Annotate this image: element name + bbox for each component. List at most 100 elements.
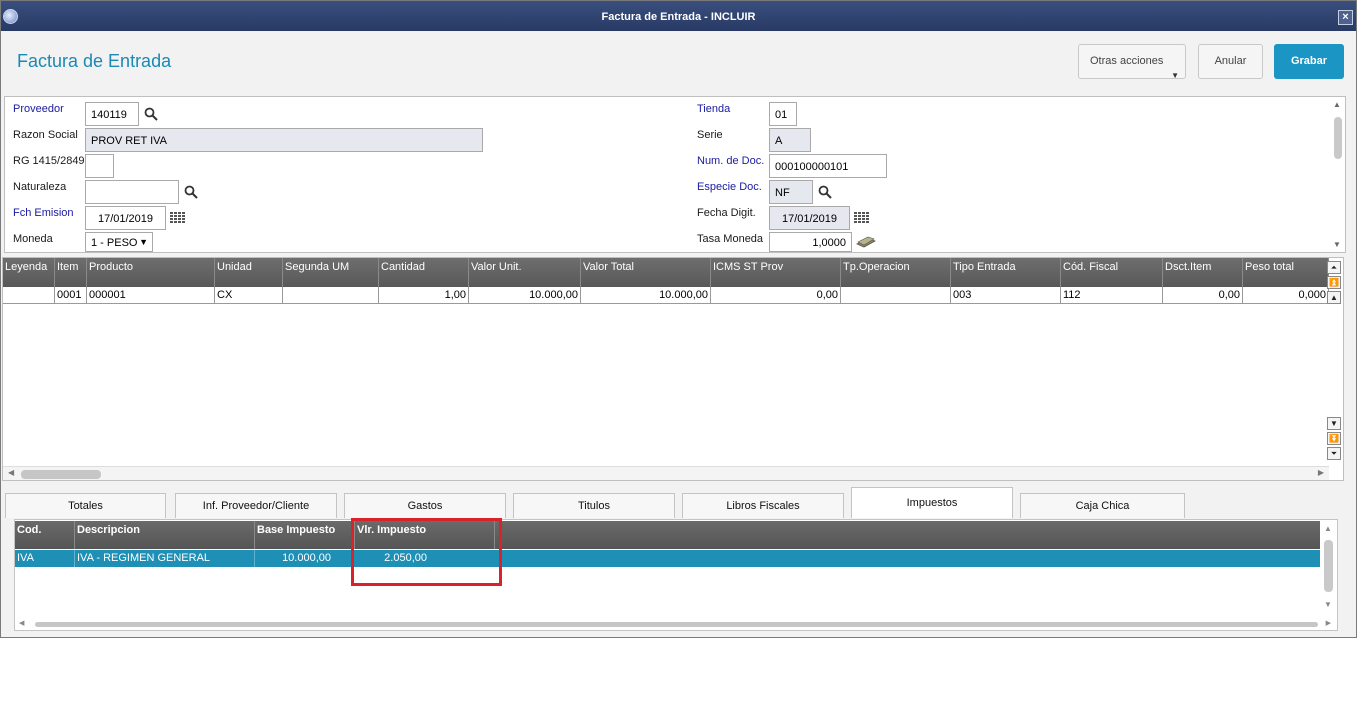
table-cell[interactable]: CX (215, 287, 283, 304)
column-header[interactable]: Cantidad (379, 258, 469, 287)
table-cell[interactable]: 10.000,00 (469, 287, 581, 304)
tax-grid-scrollbar[interactable]: ▲ ▼ (1322, 524, 1334, 614)
rg-label: RG 1415/2849 (13, 155, 85, 167)
column-header[interactable]: ICMS ST Prov (711, 258, 841, 287)
naturaleza-search-icon[interactable] (184, 185, 198, 199)
scroll-up-icon[interactable]: ▲ (1324, 524, 1332, 533)
header-form: Proveedor 140119 Razon Social PROV RET I… (4, 96, 1346, 253)
tax-grid-header: Cod. Descripcion Base Impuesto Vlr. Impu… (15, 521, 1320, 549)
grid-scrollbar[interactable]: ⏶ ⏫ ▲ ▼ ⏬ ⏷ (1327, 259, 1342, 465)
proveedor-search-icon[interactable] (144, 107, 158, 121)
column-header[interactable]: Tipo Entrada (951, 258, 1061, 287)
scroll-right-icon[interactable]: ▶ (1318, 468, 1324, 477)
tab-caja-chica[interactable]: Caja Chica (1020, 493, 1185, 518)
banknote-icon[interactable] (856, 236, 876, 248)
proveedor-field[interactable]: 140119 (85, 102, 139, 126)
razon-social-field[interactable]: PROV RET IVA (85, 128, 483, 152)
scroll-down-icon[interactable]: ▼ (1324, 600, 1332, 609)
column-header[interactable]: Dsct.Item (1163, 258, 1243, 287)
table-cell[interactable]: 003 (951, 287, 1061, 304)
table-cell[interactable]: 1,00 (379, 287, 469, 304)
form-scrollbar[interactable]: ▲ ▼ (1332, 99, 1344, 249)
scroll-top-icon[interactable]: ⏶ (1327, 261, 1341, 274)
moneda-select[interactable]: 1 - PESO ▼ (85, 232, 153, 252)
table-cell[interactable]: 0,00 (711, 287, 841, 304)
scroll-up-icon[interactable]: ▲ (1327, 291, 1341, 304)
scroll-page-up-icon[interactable]: ⏫ (1327, 276, 1341, 289)
table-cell[interactable]: 0,000 (1243, 287, 1329, 304)
tab-impuestos[interactable]: Impuestos (851, 487, 1013, 518)
otras-acciones-label: Otras acciones (1090, 55, 1164, 67)
table-cell[interactable]: 000001 (87, 287, 215, 304)
especie-doc-search-icon[interactable] (818, 185, 832, 199)
table-cell[interactable] (283, 287, 379, 304)
items-grid: Leyenda Item Producto Unidad Segunda UM … (2, 257, 1344, 481)
chevron-down-icon: ▼ (1171, 71, 1179, 80)
tax-grid-horizontal-scrollbar[interactable]: ◀ ▶ (15, 619, 1335, 629)
scroll-down-icon[interactable]: ▼ (1333, 240, 1341, 249)
tienda-label: Tienda (697, 103, 731, 115)
num-doc-label: Num. de Doc. (697, 155, 765, 167)
scroll-thumb[interactable] (1324, 540, 1333, 592)
num-doc-field[interactable]: 000100000101 (769, 154, 887, 178)
column-header[interactable]: Cód. Fiscal (1061, 258, 1163, 287)
column-header[interactable]: Tp.Operacion (841, 258, 951, 287)
column-header[interactable]: Peso total (1243, 258, 1329, 287)
fch-emision-field[interactable]: 17/01/2019 (85, 206, 166, 230)
tab-inf-proveedor-cliente[interactable]: Inf. Proveedor/Cliente (175, 493, 337, 518)
fecha-digit-calendar-icon[interactable] (854, 212, 870, 224)
column-header[interactable]: Item (55, 258, 87, 287)
tab-totales[interactable]: Totales (5, 493, 166, 518)
scroll-down-icon[interactable]: ▼ (1327, 417, 1341, 430)
tab-titulos[interactable]: Titulos (513, 493, 675, 518)
table-cell[interactable]: 112 (1061, 287, 1163, 304)
table-cell[interactable]: 0,00 (1163, 287, 1243, 304)
table-cell[interactable]: 10.000,00 (581, 287, 711, 304)
scroll-left-icon[interactable]: ◀ (8, 468, 14, 477)
column-header[interactable]: Segunda UM (283, 258, 379, 287)
otras-acciones-button[interactable]: Otras acciones ▼ (1078, 44, 1186, 80)
column-header[interactable]: Cod. (15, 521, 75, 549)
tab-gastos[interactable]: Gastos (344, 493, 506, 518)
tasa-moneda-field[interactable]: 1,0000 (769, 232, 852, 252)
fch-emision-label: Fch Emision (13, 207, 74, 219)
especie-doc-field[interactable]: NF (769, 180, 813, 204)
rg-field[interactable] (85, 154, 114, 178)
column-header[interactable]: Valor Unit. (469, 258, 581, 287)
scroll-page-down-icon[interactable]: ⏬ (1327, 432, 1341, 445)
table-cell[interactable]: 0001 (55, 287, 87, 304)
scroll-left-icon[interactable]: ◀ (19, 619, 24, 627)
fecha-digit-label: Fecha Digit. (697, 207, 756, 219)
table-cell[interactable]: IVA - REGIMEN GENERAL (75, 550, 255, 567)
table-cell[interactable]: 10.000,00 (255, 550, 333, 567)
tienda-field[interactable]: 01 (769, 102, 797, 126)
naturaleza-field[interactable] (85, 180, 179, 204)
table-cell[interactable] (3, 287, 55, 304)
grid-horizontal-scrollbar[interactable]: ◀ ▶ (3, 466, 1329, 480)
column-header[interactable]: Unidad (215, 258, 283, 287)
column-header[interactable]: Leyenda (3, 258, 55, 287)
table-cell[interactable] (841, 287, 951, 304)
column-header[interactable]: Descripcion (75, 521, 255, 549)
serie-field[interactable]: A (769, 128, 811, 152)
column-header[interactable]: Valor Total (581, 258, 711, 287)
fch-emision-calendar-icon[interactable] (170, 212, 186, 224)
close-icon[interactable]: × (1338, 10, 1353, 25)
column-header[interactable]: Producto (87, 258, 215, 287)
scroll-thumb[interactable] (35, 622, 1318, 627)
scroll-bottom-icon[interactable]: ⏷ (1327, 447, 1341, 460)
tab-libros-fiscales[interactable]: Libros Fiscales (682, 493, 844, 518)
anular-button[interactable]: Anular (1198, 44, 1263, 79)
table-row-selected[interactable]: IVA IVA - REGIMEN GENERAL 10.000,00 2.05… (15, 550, 1320, 567)
grabar-button[interactable]: Grabar (1274, 44, 1344, 79)
column-header[interactable]: Base Impuesto (255, 521, 355, 549)
highlight-annotation-box (351, 518, 502, 586)
table-cell[interactable]: IVA (15, 550, 75, 567)
table-row[interactable]: 0001 000001 CX 1,00 10.000,00 10.000,00 … (3, 287, 1329, 304)
scroll-right-icon[interactable]: ▶ (1326, 619, 1331, 627)
scroll-up-icon[interactable]: ▲ (1333, 100, 1341, 109)
scroll-thumb[interactable] (21, 470, 101, 479)
scroll-thumb[interactable] (1334, 117, 1342, 159)
fecha-digit-field[interactable]: 17/01/2019 (769, 206, 850, 230)
moneda-value: 1 - PESO (91, 237, 138, 249)
